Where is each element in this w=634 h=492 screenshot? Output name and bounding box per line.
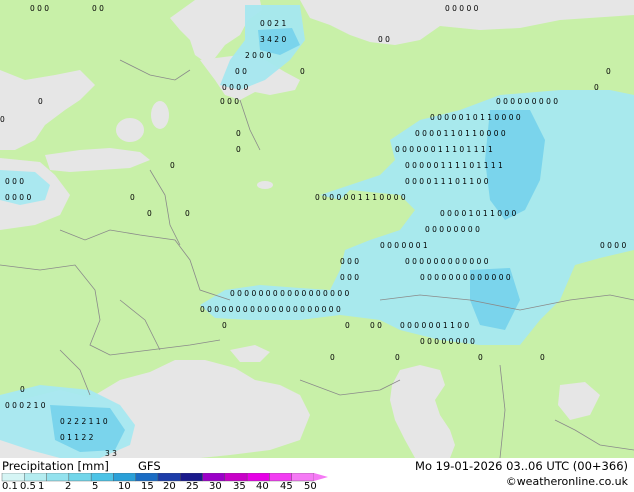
precip-value-label: 0 0 xyxy=(92,4,104,13)
legend-tick-label: 10 xyxy=(118,481,131,492)
legend-swatch xyxy=(180,473,203,482)
precip-value-label: 0 0 0 0 0 0 0 0 0 0 0 0 0 0 0 0 0 0 0 0 xyxy=(200,305,341,314)
precip-value-label: 0 0 0 0 0 0 1 1 1 0 0 0 0 xyxy=(315,193,406,202)
precip-value-label: 0 0 0 xyxy=(340,257,359,266)
precip-value-label: 0 xyxy=(236,129,241,138)
legend-tick-label: 1 xyxy=(38,481,45,492)
precip-value-label: 0 0 0 2 1 0 xyxy=(5,401,46,410)
legend-swatch xyxy=(113,473,136,482)
legend-swatch xyxy=(135,473,159,482)
precip-value-label: 0 xyxy=(236,145,241,154)
legend-overflow-arrow xyxy=(314,473,328,481)
precip-value-label: 0 xyxy=(147,209,152,218)
precip-value-label: 0 xyxy=(0,115,5,124)
precip-value-label: 0 0 2 1 xyxy=(260,19,286,28)
legend-swatch xyxy=(269,473,292,482)
legend-tick-label: 40 xyxy=(256,481,269,492)
precip-value-label: 0 0 0 0 0 0 0 0 0 0 0 0 0 xyxy=(420,273,511,282)
precip-value-label: 2 0 0 0 xyxy=(245,51,271,60)
precip-value-label: 0 xyxy=(594,83,599,92)
precip-value-label: 0 0 0 0 xyxy=(222,83,248,92)
precip-value-label: 0 xyxy=(540,353,545,362)
precip-value-label: 0 0 0 0 1 0 1 1 0 0 0 xyxy=(440,209,517,218)
legend-tick-label: 50 xyxy=(304,481,317,492)
precip-value-label: 0 xyxy=(300,67,305,76)
lake-ladoga xyxy=(116,118,144,142)
legend-swatch xyxy=(157,473,181,482)
precip-value-label: 0 0 0 0 1 1 1 0 1 1 0 0 xyxy=(405,177,489,186)
precip-value-label: 0 0 0 xyxy=(30,4,49,13)
legend-tick-label: 25 xyxy=(186,481,199,492)
precip-value-label: 0 0 0 0 0 0 1 1 0 0 xyxy=(400,321,469,330)
precip-value-label: 0 0 xyxy=(235,67,247,76)
precip-value-label: 0 xyxy=(170,161,175,170)
precip-value-label: 0 0 0 0 0 0 0 0 0 0 0 0 0 0 0 0 0 xyxy=(230,289,349,298)
precip-value-label: 0 0 0 0 1 1 0 1 1 0 0 0 0 xyxy=(415,129,506,138)
legend-swatch xyxy=(1,473,25,482)
precip-value-label: 0 0 0 0 0 xyxy=(445,4,479,13)
precip-value-label: 0 0 0 0 0 0 1 xyxy=(380,241,428,250)
precip-value-label: 0 0 xyxy=(370,321,382,330)
legend-tick-label: 5 xyxy=(92,481,99,492)
legend-tick-label: 15 xyxy=(141,481,154,492)
precip-value-label: 0 xyxy=(130,193,135,202)
legend-tick-label: 20 xyxy=(163,481,176,492)
precip-value-label: 0 0 0 0 0 0 0 0 0 xyxy=(496,97,558,106)
precip-value-label: 0 xyxy=(606,67,611,76)
precip-value-label: 0 0 0 0 0 0 0 0 xyxy=(425,225,480,234)
legend-swatch xyxy=(202,473,226,482)
precip-value-label: 0 0 0 xyxy=(220,97,239,106)
precip-value-label: 3 4 2 0 xyxy=(260,35,286,44)
credit-text: ©weatheronline.co.uk xyxy=(505,475,628,488)
legend-swatch xyxy=(291,473,315,482)
precip-value-label: 0 0 0 0 0 0 0 0 0 0 0 0 xyxy=(405,257,489,266)
legend-swatch xyxy=(224,473,248,482)
precip-value-label: 0 xyxy=(222,321,227,330)
precipitation-map: 0 0 2 13 4 2 02 0 0 00 00 0 0 00 0 00 00… xyxy=(0,0,634,458)
precip-value-label: 0 xyxy=(185,209,190,218)
legend-swatch xyxy=(246,473,270,482)
valid-time: Mo 19-01-2026 03..06 UTC (00+366) xyxy=(415,459,628,473)
precip-value-label: 0 0 0 0 0 1 0 1 1 0 0 0 0 xyxy=(430,113,521,122)
legend-swatch xyxy=(24,473,47,482)
legend-swatch xyxy=(68,473,92,482)
precip-value-label: 0 xyxy=(20,385,25,394)
precip-value-label: 0 xyxy=(478,353,483,362)
precip-value-label: 3 3 xyxy=(105,449,117,458)
precip-value-label: 0 xyxy=(345,321,350,330)
precip-value-label: 0 0 0 0 xyxy=(600,241,626,250)
precip-value-label: 0 0 0 0 0 0 1 1 1 0 1 1 1 1 xyxy=(395,145,493,154)
model-name: GFS xyxy=(138,459,161,473)
precip-value-label: 0 0 0 xyxy=(340,273,359,282)
legend-swatch xyxy=(90,473,114,482)
precip-value-label: 0 2 2 2 1 1 0 xyxy=(60,417,108,426)
legend-title: Precipitation [mm] xyxy=(2,459,109,473)
legend-tick-label: 2 xyxy=(65,481,72,492)
precip-value-label: 0 1 1 2 2 xyxy=(60,433,94,442)
precip-value-label: 0 xyxy=(395,353,400,362)
legend-tick-label: 35 xyxy=(233,481,246,492)
legend-swatch xyxy=(46,473,70,482)
precip-value-label: 0 xyxy=(38,97,43,106)
precip-value-label: 0 0 0 xyxy=(5,177,24,186)
lake-onega xyxy=(151,101,169,129)
legend-tick-label: 0.1 xyxy=(2,481,18,492)
legend-tick-label: 0.5 xyxy=(20,481,36,492)
precip-value-label: 0 0 xyxy=(378,35,390,44)
precip-value-label: 0 xyxy=(330,353,335,362)
precip-value-label: 0 0 0 0 0 1 1 1 1 0 1 1 1 1 xyxy=(405,161,503,170)
precip-value-label: 0 0 0 0 xyxy=(5,193,31,202)
legend-tick-label: 30 xyxy=(209,481,222,492)
lake-rybinsk xyxy=(257,181,273,189)
legend-tick-label: 45 xyxy=(280,481,293,492)
precip-value-label: 0 0 0 0 0 0 0 0 xyxy=(420,337,475,346)
